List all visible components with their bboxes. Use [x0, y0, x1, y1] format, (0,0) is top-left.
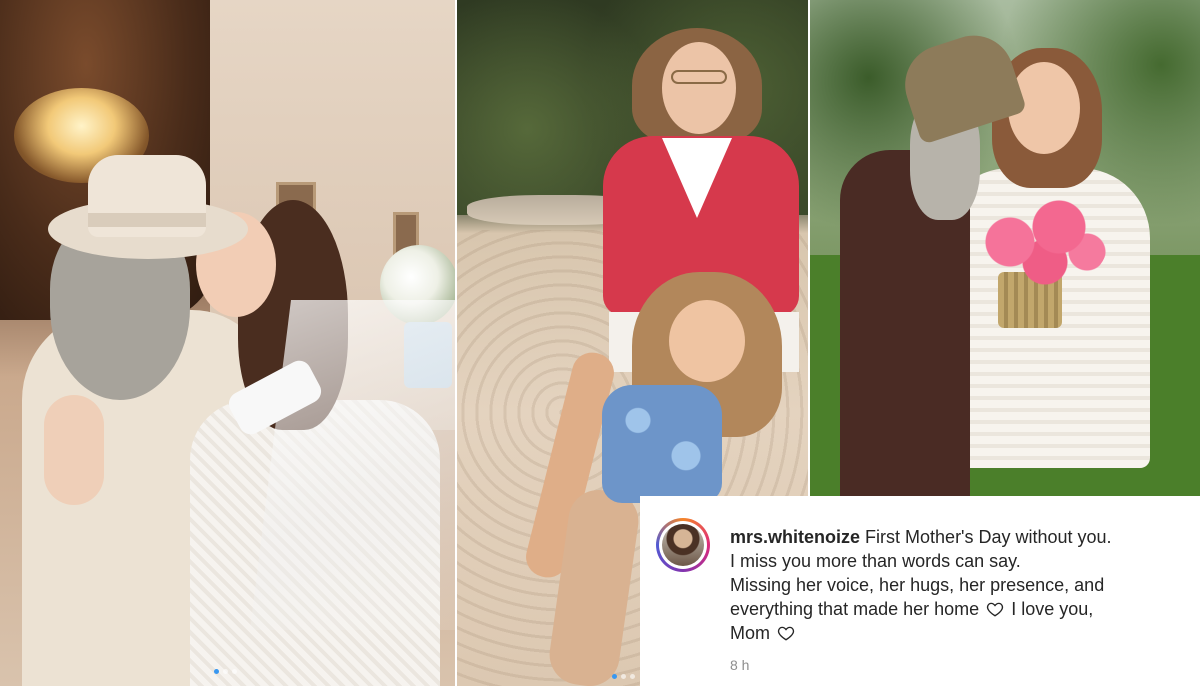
carousel-dot[interactable]: [612, 674, 617, 679]
carousel-dot[interactable]: [214, 669, 219, 674]
girl-face: [669, 300, 745, 382]
carousel-dot[interactable]: [621, 674, 626, 679]
heart-outline-icon: [777, 626, 795, 641]
cream-fedora-hat: [48, 155, 248, 260]
carousel-dot[interactable]: [223, 669, 228, 674]
pink-peony-bouquet: [968, 192, 1108, 292]
carousel-dots[interactable]: [214, 669, 237, 674]
caption-line: Mom: [730, 623, 770, 643]
hand: [44, 395, 104, 505]
avatar[interactable]: [659, 521, 707, 569]
photo-garden: [810, 0, 1200, 496]
photo-wedding-hug: [0, 0, 455, 686]
username-link[interactable]: mrs.whitenoize: [730, 527, 860, 547]
caption-line: I love you,: [1011, 599, 1094, 619]
carousel-dot[interactable]: [630, 674, 635, 679]
caption-line: First Mother's Day without you.: [865, 527, 1112, 547]
woman-face: [662, 42, 736, 134]
blue-swimsuit: [602, 385, 722, 503]
profile-picture: [662, 524, 704, 566]
post-timestamp: 8 h: [730, 657, 750, 673]
caption-line: I miss you more than words can say.: [730, 551, 1021, 571]
story-ring[interactable]: [656, 518, 710, 572]
instagram-caption-card: mrs.whitenoize First Mother's Day withou…: [640, 496, 1200, 686]
carousel-dot[interactable]: [232, 669, 237, 674]
caption-line: everything that made her home: [730, 599, 980, 619]
caption-text: mrs.whitenoize First Mother's Day withou…: [730, 525, 1185, 645]
heart-outline-icon: [987, 602, 1004, 617]
sunglasses: [671, 70, 727, 84]
caption-line: Missing her voice, her hugs, her presenc…: [730, 575, 1105, 595]
carousel-dots[interactable]: [612, 674, 635, 679]
